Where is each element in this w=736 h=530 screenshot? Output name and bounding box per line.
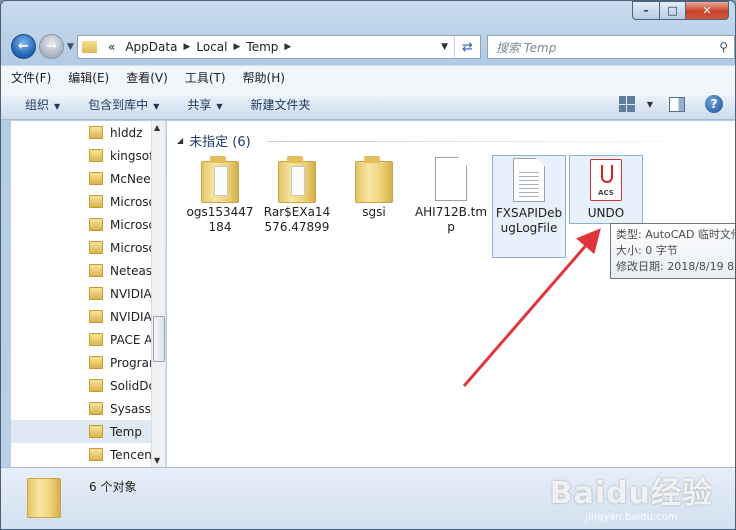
watermark-url: jingyan.baidu.com — [585, 512, 678, 523]
folder-icon — [27, 478, 61, 518]
explorer-window: – □ ✕ ← → ▼ « AppData ▶ Local ▶ Temp ▶ ▼… — [0, 0, 736, 530]
details-pane: 6 个对象 Baidu经验 jingyan.baidu.com — [1, 467, 735, 529]
baidu-watermark: Baidu经验 jingyan.baidu.com — [550, 468, 713, 523]
annotation-arrow — [462, 228, 601, 387]
watermark-brand: Baidu经验 — [549, 476, 713, 511]
red-arrow-line — [462, 228, 601, 387]
item-count: 6 个对象 — [89, 480, 137, 494]
